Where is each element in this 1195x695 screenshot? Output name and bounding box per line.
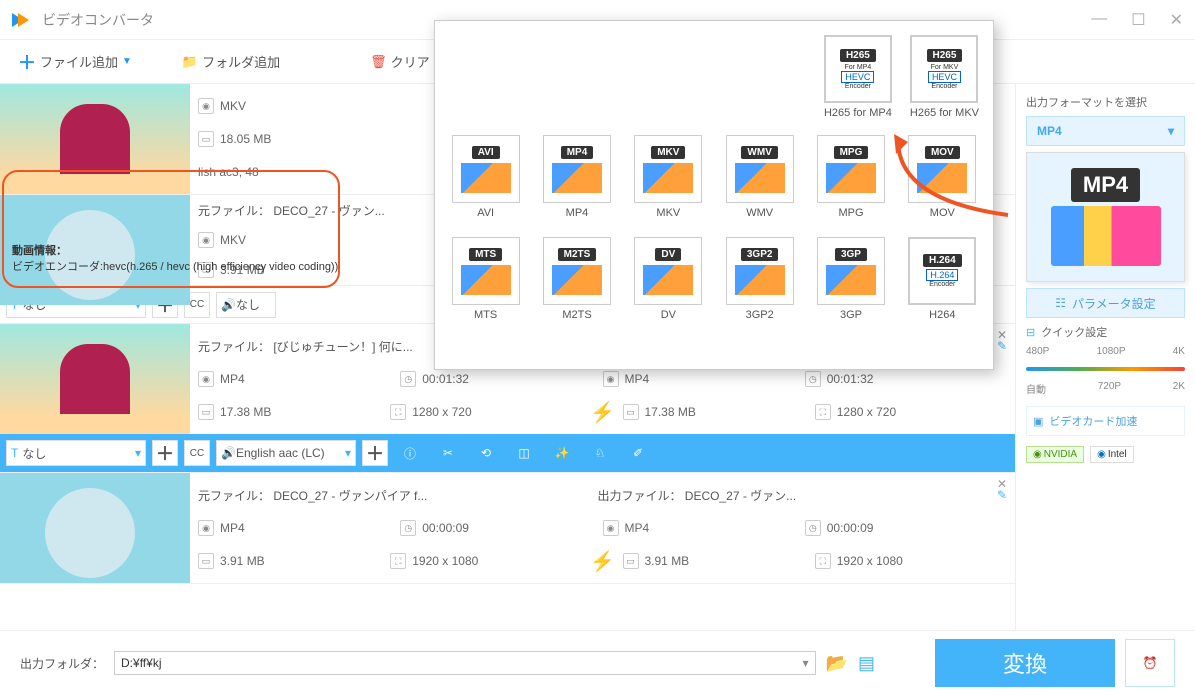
format-preview-icon xyxy=(1051,206,1161,266)
window-minimize[interactable]: — xyxy=(1091,10,1107,30)
watermark-tool[interactable]: ♘ xyxy=(584,437,616,469)
effect-tool[interactable]: ✨ xyxy=(546,437,578,469)
format-picker-popup: H265For MP4HEVCEncoder H265 for MP4 H265… xyxy=(434,20,994,370)
format-item-mov[interactable]: MOVMOV xyxy=(902,131,983,223)
parameter-settings-button[interactable]: ☷ パラメータ設定 xyxy=(1026,288,1185,318)
clock-icon: ◷ xyxy=(805,371,821,387)
add-subtitle-button[interactable]: ＋ xyxy=(152,440,178,466)
gpu-accel-header: ▣ ビデオカード加速 xyxy=(1026,406,1185,436)
format-icon: ◉ xyxy=(603,371,619,387)
format-item-h265-mkv[interactable]: H265For MKVHEVCEncoder H265 for MKV xyxy=(906,31,983,123)
output-format-label: 出力フォーマットを選択 xyxy=(1026,94,1185,110)
sidebar: 出力フォーマットを選択 MP4▾ MP4 ☷ パラメータ設定 ⊟クイック設定 4… xyxy=(1015,84,1195,630)
output-folder-label: 出力フォルダ： xyxy=(20,655,104,672)
video-thumbnail[interactable] xyxy=(0,324,190,434)
remove-item-button[interactable]: ✕ xyxy=(997,328,1007,342)
subtitle-select[interactable]: Tなし▾ xyxy=(6,440,146,466)
folder-icon: ▭ xyxy=(623,404,639,420)
format-item-mpg[interactable]: MPGMPG xyxy=(810,131,891,223)
app-logo-icon xyxy=(12,9,34,31)
info-tool[interactable]: ⓘ xyxy=(394,437,426,469)
add-audio-button[interactable]: ＋ xyxy=(362,440,388,466)
clock-icon: ◷ xyxy=(400,371,416,387)
callout-text: 動画情報： ビデオエンコーダ:hevc(h.265 / hevc (high e… xyxy=(12,242,338,274)
video-thumbnail[interactable] xyxy=(0,473,190,583)
bolt-icon: ⚡ xyxy=(583,400,623,425)
folder-icon: ▭ xyxy=(198,404,214,420)
open-folder-button[interactable]: ▤ xyxy=(858,653,875,674)
format-item-dv[interactable]: DVDV xyxy=(628,233,709,325)
quick-settings-header: ⊟クイック設定 xyxy=(1026,324,1185,340)
format-icon: ◉ xyxy=(198,98,214,114)
bolt-icon: ⚡ xyxy=(583,549,623,574)
add-folder-button[interactable]: 📁 フォルダ追加 xyxy=(182,52,280,71)
format-icon: ◉ xyxy=(198,371,214,387)
item-subbar-active: Tなし▾ ＋ CC 🔊English aac (LC)▾ ＋ ⓘ ✂ ⟲ ◫ ✨… xyxy=(0,434,1015,472)
dim-icon: ⛶ xyxy=(815,404,831,420)
nvidia-chip[interactable]: ◉NVIDIA xyxy=(1026,446,1084,463)
schedule-button[interactable]: ⏰ xyxy=(1125,639,1175,687)
format-item-mp4[interactable]: MP4MP4 xyxy=(536,131,617,223)
list-item[interactable]: 元ファイル： DECO_27 - ヴァンパイア f... 出力ファイル： DEC… xyxy=(0,473,1015,584)
format-item-wmv[interactable]: WMVWMV xyxy=(719,131,800,223)
chevron-down-icon: ▼ xyxy=(122,56,132,67)
audio-select[interactable]: 🔊English aac (LC)▾ xyxy=(216,440,356,466)
format-item-3gp2[interactable]: 3GP23GP2 xyxy=(719,233,800,325)
folder-icon: 📁 xyxy=(182,54,198,70)
plus-icon: ＋ xyxy=(18,49,36,75)
cc-button[interactable]: CC xyxy=(184,440,210,466)
bottom-bar: 出力フォルダ： D:¥ff¥kj▾ 📂 ▤ 変換 ⏰ xyxy=(0,630,1195,695)
format-item-mts[interactable]: MTSMTS xyxy=(445,233,526,325)
window-maximize[interactable]: ☐ xyxy=(1131,10,1145,30)
remove-item-button[interactable]: ✕ xyxy=(997,477,1007,491)
format-item-mkv[interactable]: MKVMKV xyxy=(628,131,709,223)
format-item-h264[interactable]: H.264H.264EncoderH264 xyxy=(902,233,983,325)
format-item-avi[interactable]: AVIAVI xyxy=(445,131,526,223)
output-folder-field[interactable]: D:¥ff¥kj▾ xyxy=(114,651,816,675)
clear-button[interactable]: 🗑 クリア xyxy=(370,52,430,71)
dim-icon: ⛶ xyxy=(390,404,406,420)
chip-icon: ▣ xyxy=(1033,415,1043,428)
format-item-3gp[interactable]: 3GP3GP xyxy=(810,233,891,325)
edit-tool[interactable]: ✐ xyxy=(622,437,654,469)
app-title: ビデオコンバータ xyxy=(42,10,154,30)
audio-select[interactable]: 🔊なし xyxy=(216,292,276,318)
format-item-m2ts[interactable]: M2TSM2TS xyxy=(536,233,617,325)
window-close[interactable]: ✕ xyxy=(1170,10,1183,30)
format-item-h265-mp4[interactable]: H265For MP4HEVCEncoder H265 for MP4 xyxy=(820,31,896,123)
sliders-icon: ☷ xyxy=(1055,296,1066,310)
browse-folder-button[interactable]: 📂 xyxy=(826,653,848,674)
rotate-tool[interactable]: ⟲ xyxy=(470,437,502,469)
quality-slider[interactable] xyxy=(1026,367,1185,371)
video-thumbnail[interactable] xyxy=(0,84,190,194)
cut-tool[interactable]: ✂ xyxy=(432,437,464,469)
intel-chip[interactable]: ◉Intel xyxy=(1090,446,1134,463)
convert-button[interactable]: 変換 xyxy=(935,639,1115,687)
trash-icon: 🗑 xyxy=(370,54,387,70)
crop-tool[interactable]: ◫ xyxy=(508,437,540,469)
output-format-preview[interactable]: MP4 xyxy=(1026,152,1185,282)
output-format-select[interactable]: MP4▾ xyxy=(1026,116,1185,146)
add-file-button[interactable]: ＋ ファイル追加 ▼ xyxy=(18,49,132,75)
folder-icon: ▭ xyxy=(198,131,214,147)
